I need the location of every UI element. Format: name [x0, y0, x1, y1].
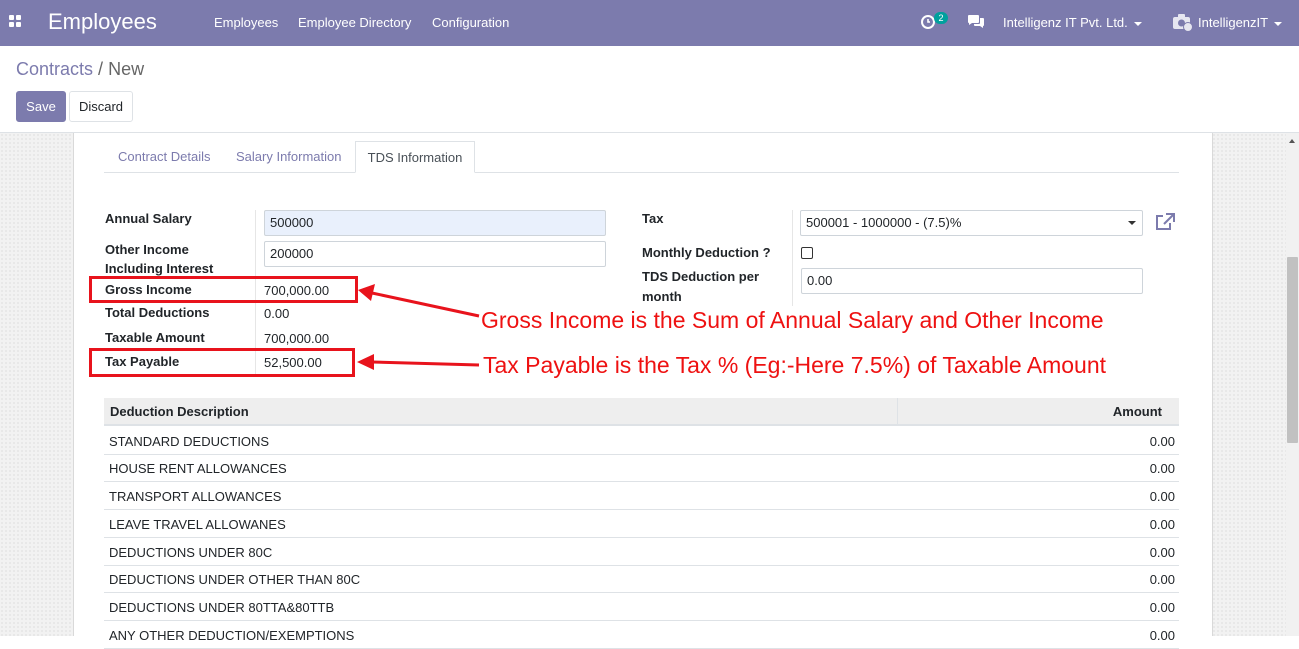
row-description: HOUSE RENT ALLOWANCES — [109, 461, 287, 476]
column-divider — [897, 398, 898, 424]
column-header-amount[interactable]: Amount — [1113, 404, 1162, 419]
row-amount: 0.00 — [1149, 489, 1175, 504]
table-row[interactable]: ANY OTHER DEDUCTION/EXEMPTIONS 0.00 — [104, 621, 1179, 649]
row-description: STANDARD DEDUCTIONS — [109, 434, 270, 449]
gross-income-annotation: Gross Income is the Sum of Annual Salary… — [481, 307, 1104, 333]
table-row[interactable]: DEDUCTIONS UNDER OTHER THAN 80C 0.00 — [104, 565, 1179, 593]
row-amount: 0.00 — [1149, 600, 1175, 615]
table-row[interactable]: LEAVE TRAVEL ALLOWANES 0.00 — [104, 510, 1179, 538]
row-amount: 0.00 — [1149, 517, 1175, 532]
table-header: Deduction Description Amount — [104, 398, 1179, 426]
row-amount: 0.00 — [1149, 461, 1175, 476]
table-row[interactable]: DEDUCTIONS UNDER 80TTA&80TTB 0.00 — [104, 593, 1179, 621]
row-amount: 0.00 — [1149, 434, 1175, 449]
table-row[interactable]: HOUSE RENT ALLOWANCES 0.00 — [104, 454, 1179, 482]
row-amount: 0.00 — [1149, 545, 1175, 560]
table-row[interactable]: TRANSPORT ALLOWANCES 0.00 — [104, 482, 1179, 510]
row-description: DEDUCTIONS UNDER 80C — [109, 545, 273, 560]
table-row[interactable]: STANDARD DEDUCTIONS 0.00 — [104, 427, 1179, 455]
row-description: DEDUCTIONS UNDER 80TTA&80TTB — [109, 600, 335, 615]
table-row[interactable]: DEDUCTIONS UNDER 80C 0.00 — [104, 538, 1179, 566]
column-header-description[interactable]: Deduction Description — [110, 404, 249, 419]
row-description: TRANSPORT ALLOWANCES — [109, 489, 282, 504]
tax-payable-annotation: Tax Payable is the Tax % (Eg:-Here 7.5%)… — [483, 352, 1107, 378]
row-amount: 0.00 — [1149, 572, 1175, 587]
row-description: LEAVE TRAVEL ALLOWANES — [109, 517, 286, 532]
row-description: DEDUCTIONS UNDER OTHER THAN 80C — [109, 572, 361, 587]
